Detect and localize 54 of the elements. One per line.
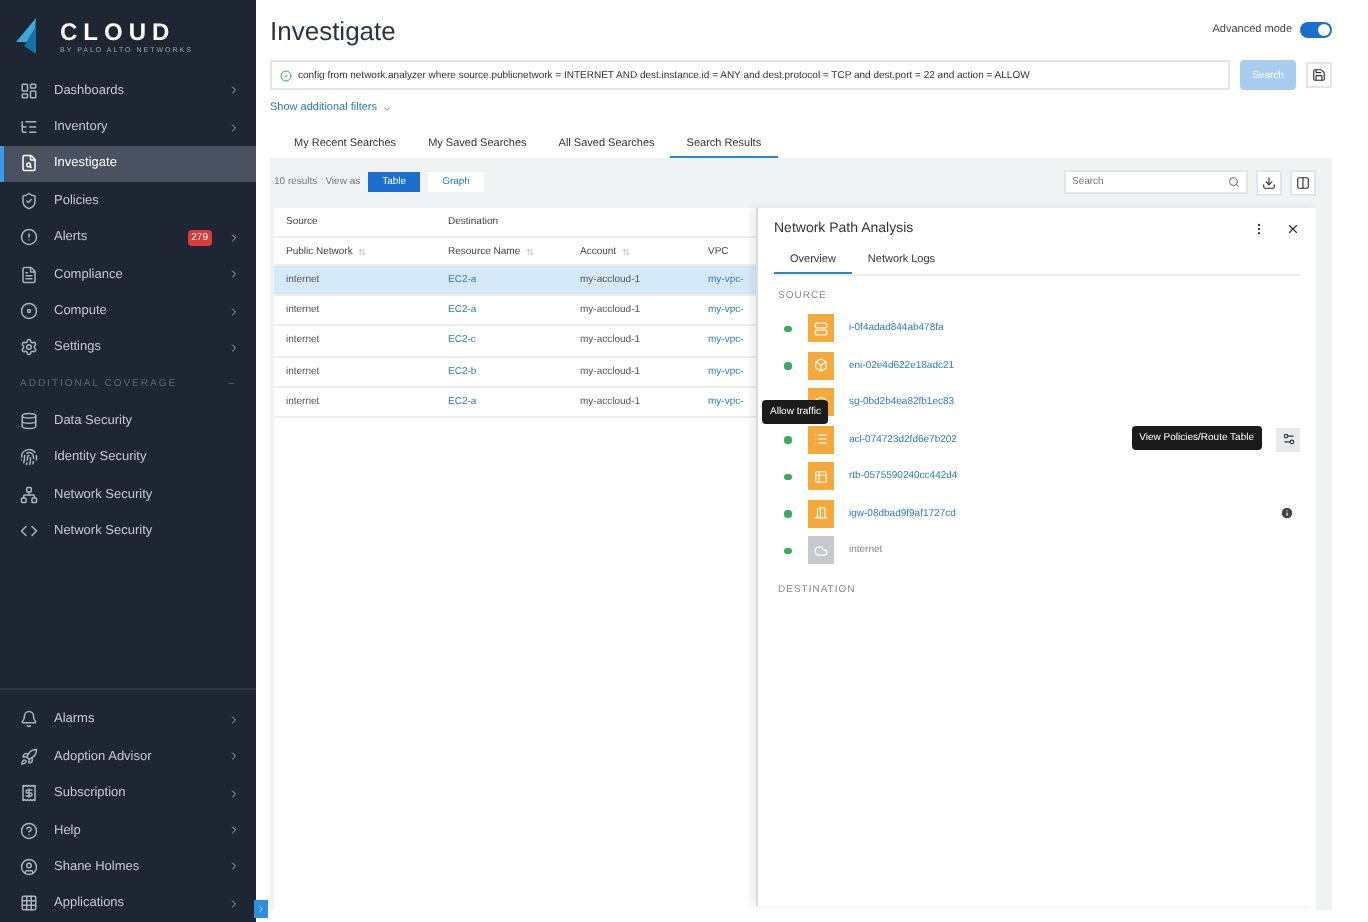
- settings-button[interactable]: [1276, 427, 1300, 452]
- fingerprint-icon: [20, 448, 38, 467]
- advanced-mode-toggle[interactable]: [1300, 22, 1332, 38]
- columns-icon: [1296, 175, 1310, 189]
- settings-icon: [20, 338, 38, 357]
- download-icon: [1262, 175, 1276, 189]
- chevron-icon: [228, 231, 240, 244]
- database-icon: [20, 411, 38, 430]
- status-dot: [784, 362, 791, 369]
- chevron-icon: [228, 268, 240, 281]
- status-dot: [784, 325, 791, 332]
- receipt-icon: [20, 784, 38, 803]
- status-dot: [784, 510, 791, 517]
- chevron-icon: [256, 904, 266, 914]
- grid-icon: [20, 894, 38, 913]
- network-icon: [20, 485, 38, 504]
- valid-check-icon: [280, 69, 292, 81]
- chevron-icon: [228, 824, 240, 837]
- document-icon: [20, 265, 38, 284]
- page-title: Investigate: [270, 15, 396, 45]
- search-icon: [1228, 176, 1240, 188]
- chevron-icon: [228, 897, 240, 910]
- alert-icon: [20, 228, 38, 247]
- more-icon[interactable]: [1252, 221, 1266, 235]
- document-search-icon: [20, 154, 38, 173]
- disc-icon: [20, 302, 38, 321]
- columns-button[interactable]: [1290, 169, 1316, 195]
- status-dot: [784, 436, 791, 443]
- help-icon: [20, 821, 38, 840]
- bell-icon: [20, 710, 38, 729]
- info-icon[interactable]: [1280, 506, 1294, 521]
- code-icon: [20, 521, 38, 540]
- caret-icon: [381, 103, 392, 113]
- chevron-icon: [228, 341, 240, 354]
- dashboard-icon: [20, 81, 38, 100]
- chevron-icon: [228, 713, 240, 726]
- chevron-icon: [228, 860, 240, 873]
- list-icon: [20, 118, 38, 137]
- save-icon: [1312, 68, 1326, 82]
- logo-text: CLOUD: [60, 18, 178, 46]
- status-dot: [784, 547, 791, 554]
- rocket-icon: [20, 747, 38, 766]
- chevron-icon: [228, 305, 240, 318]
- shield-icon: [20, 191, 38, 210]
- close-icon[interactable]: [1286, 221, 1300, 235]
- save-button[interactable]: [1306, 62, 1332, 88]
- sliders-icon: [1281, 432, 1295, 447]
- chevron-icon: [228, 121, 240, 134]
- chevron-icon: [228, 84, 240, 97]
- chevron-icon: [228, 787, 240, 800]
- status-dot: [784, 473, 791, 480]
- chevron-icon: [228, 750, 240, 763]
- user-icon: [20, 857, 38, 876]
- download-button[interactable]: [1256, 169, 1282, 195]
